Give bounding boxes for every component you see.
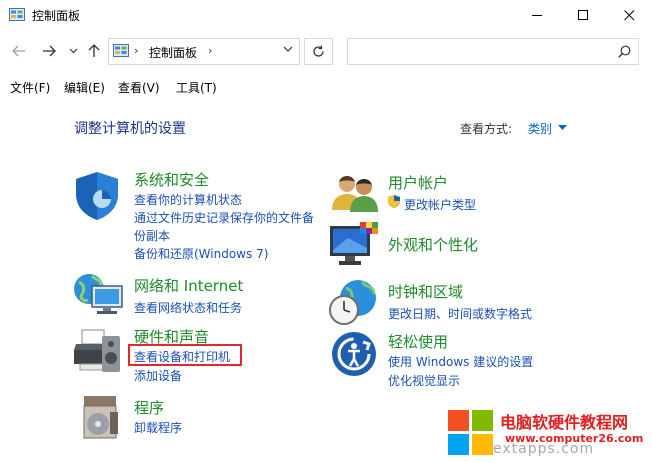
dropdown-arrow-icon[interactable] [558, 125, 567, 130]
network-globe-icon[interactable] [72, 272, 124, 318]
watermark-name: 电脑软硬件教程网 [500, 413, 629, 432]
link-file-history-cont[interactable]: 份副本 [134, 227, 170, 244]
link-add-device[interactable]: 添加设备 [134, 367, 182, 384]
arrow-left-icon [12, 45, 25, 57]
programs-disc-icon[interactable] [80, 392, 124, 442]
chevron-down-icon [69, 48, 77, 54]
view-by-label: 查看方式: [460, 122, 513, 136]
link-change-account-type[interactable]: 更改帐户类型 [404, 196, 476, 213]
category-network-title[interactable]: 网络和 Internet [134, 275, 243, 296]
minimize-button[interactable] [514, 0, 560, 31]
minimize-icon [531, 15, 542, 16]
refresh-icon [313, 45, 324, 57]
close-button[interactable] [606, 0, 652, 31]
maximize-button[interactable] [560, 0, 606, 31]
menu-file[interactable]: 文件(F) [10, 79, 50, 96]
link-change-date-time[interactable]: 更改日期、时间或数字格式 [388, 305, 532, 322]
address-bar[interactable]: › 控制面板 › [108, 38, 300, 65]
control-panel-icon [9, 8, 25, 21]
link-optimize-display[interactable]: 优化视觉显示 [388, 372, 460, 389]
arrow-right-icon [43, 45, 56, 57]
shield-icon[interactable] [72, 170, 122, 222]
view-by-dropdown[interactable]: 类别 [528, 120, 552, 137]
breadcrumb-separator[interactable]: › [134, 44, 138, 57]
title-bar: 控制面板 [0, 0, 652, 31]
search-input[interactable] [347, 38, 639, 65]
back-button[interactable] [8, 41, 30, 61]
breadcrumb-separator[interactable]: › [208, 44, 212, 57]
link-file-history[interactable]: 通过文件历史记录保存你的文件备 [134, 209, 314, 226]
clock-globe-icon[interactable] [328, 278, 380, 328]
recent-locations-button[interactable] [62, 41, 84, 61]
forward-button[interactable] [38, 41, 60, 61]
menu-bar: 文件(F) 编辑(E) 查看(V) 工具(T) [0, 75, 652, 97]
menu-view[interactable]: 查看(V) [118, 79, 160, 96]
category-appearance-title[interactable]: 外观和个性化 [388, 234, 478, 255]
search-icon [618, 45, 631, 58]
category-clock-title[interactable]: 时钟和区域 [388, 281, 463, 302]
link-backup-restore[interactable]: 备份和还原(Windows 7) [134, 245, 268, 262]
category-users-title[interactable]: 用户帐户 [388, 172, 448, 193]
link-view-computer-status[interactable]: 查看你的计算机状态 [134, 191, 242, 208]
monitor-palette-icon[interactable] [328, 220, 380, 270]
menu-tools[interactable]: 工具(T) [176, 79, 217, 96]
watermark-faded: extapps.com [493, 441, 595, 457]
highlight-box [128, 344, 242, 366]
category-system-security-title[interactable]: 系统和安全 [134, 169, 209, 190]
control-panel-icon [113, 44, 129, 57]
users-icon[interactable] [330, 172, 380, 214]
breadcrumb-control-panel[interactable]: 控制面板 [149, 44, 197, 61]
chevron-down-icon[interactable] [283, 46, 293, 52]
ease-of-access-icon[interactable] [330, 330, 378, 378]
printer-speaker-icon[interactable] [72, 328, 124, 376]
navigation-bar: › 控制面板 › [0, 31, 652, 71]
up-button[interactable] [83, 41, 105, 61]
close-icon [623, 10, 634, 21]
window-title: 控制面板 [32, 9, 81, 23]
uac-shield-icon [388, 195, 400, 208]
page-title: 调整计算机的设置 [74, 121, 186, 137]
menu-edit[interactable]: 编辑(E) [64, 79, 105, 96]
category-ease-title[interactable]: 轻松使用 [388, 331, 448, 352]
maximize-icon [577, 10, 588, 20]
link-network-status[interactable]: 查看网络状态和任务 [134, 299, 242, 316]
arrow-up-icon [88, 44, 100, 57]
windows-logo-icon [448, 410, 493, 455]
link-uninstall-program[interactable]: 卸载程序 [134, 419, 182, 436]
category-programs-title[interactable]: 程序 [134, 397, 164, 418]
link-recommended-settings[interactable]: 使用 Windows 建议的设置 [388, 353, 533, 370]
refresh-button[interactable] [304, 38, 333, 65]
